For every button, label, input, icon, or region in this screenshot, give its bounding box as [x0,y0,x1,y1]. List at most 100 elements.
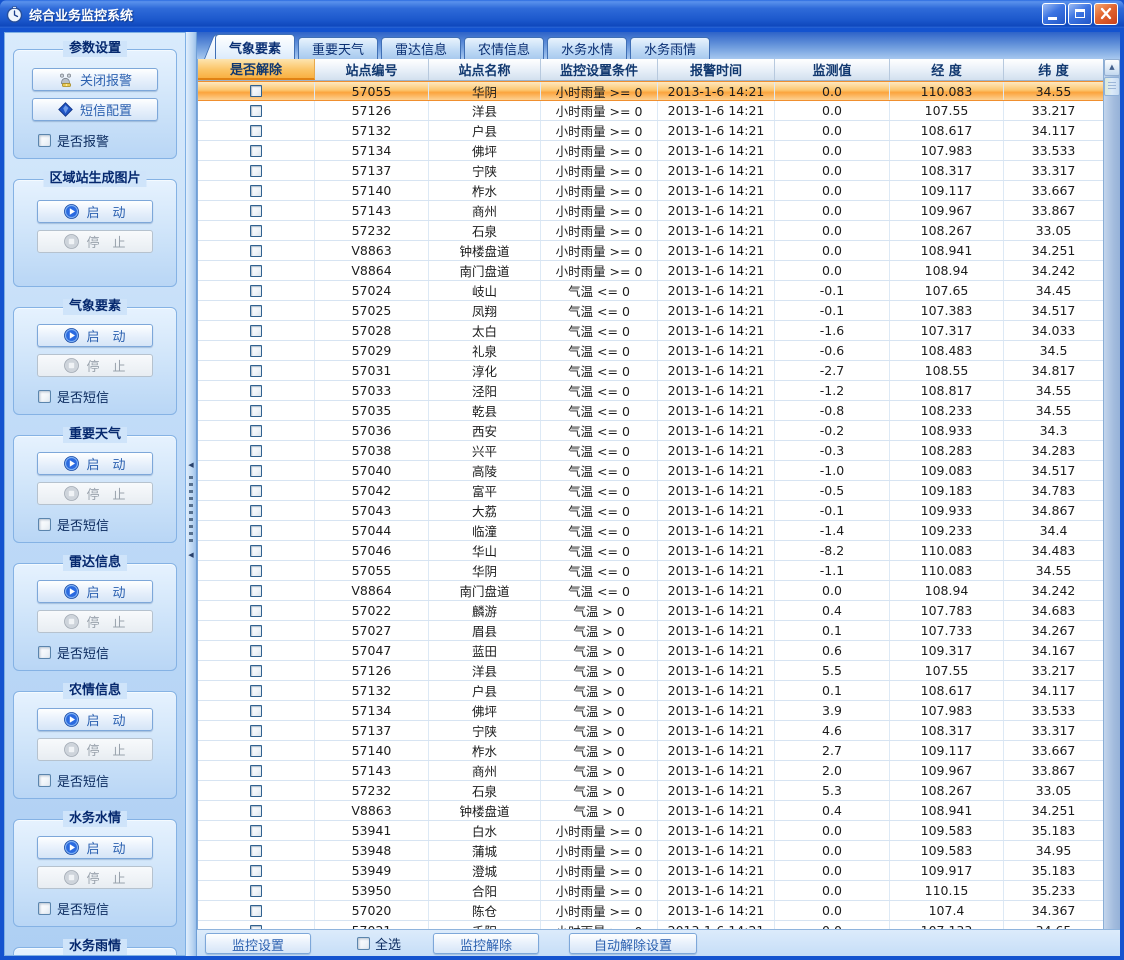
table-row[interactable]: 57046华山气温 <= 02013-1-6 14:21-8.2110.0833… [198,541,1103,561]
release-checkbox[interactable] [250,745,262,757]
start-button[interactable]: 启 动 [37,708,153,731]
table-row[interactable]: V8863钟楼盘道气温 > 02013-1-6 14:210.4108.9413… [198,801,1103,821]
table-row[interactable]: 57040高陵气温 <= 02013-1-6 14:21-1.0109.0833… [198,461,1103,481]
table-row[interactable]: 57025凤翔气温 <= 02013-1-6 14:21-0.1107.3833… [198,301,1103,321]
stop-button[interactable]: 停 止 [37,230,153,253]
table-row[interactable]: 57042富平气温 <= 02013-1-6 14:21-0.5109.1833… [198,481,1103,501]
scrollbar-thumb[interactable] [1104,77,1120,96]
release-checkbox[interactable] [250,525,262,537]
maximize-button[interactable] [1068,3,1092,25]
stop-button[interactable]: 停 止 [37,482,153,505]
table-row[interactable]: 57137宁陕气温 > 02013-1-6 14:214.6108.31733.… [198,721,1103,741]
stop-button[interactable]: 停 止 [37,866,153,889]
column-header[interactable]: 是否解除 [198,59,315,80]
table-row[interactable]: 53941白水小时雨量 >= 02013-1-6 14:210.0109.583… [198,821,1103,841]
table-row[interactable]: 57022麟游气温 > 02013-1-6 14:210.4107.78334.… [198,601,1103,621]
stop-button[interactable]: 停 止 [37,354,153,377]
table-row[interactable]: 57028太白气温 <= 02013-1-6 14:21-1.6107.3173… [198,321,1103,341]
table-row[interactable]: 57126洋县小时雨量 >= 02013-1-6 14:210.0107.553… [198,101,1103,121]
collapse-arrow-icon[interactable]: ◀ [187,460,195,470]
release-checkbox[interactable] [250,405,262,417]
tab[interactable]: 水务雨情 [630,37,710,59]
table-row[interactable]: 57132户县气温 > 02013-1-6 14:210.1108.61734.… [198,681,1103,701]
table-row[interactable]: 57232石泉气温 > 02013-1-6 14:215.3108.26733.… [198,781,1103,801]
start-button[interactable]: 启 动 [37,200,153,223]
release-checkbox[interactable] [250,245,262,257]
stop-button[interactable]: 停 止 [37,738,153,761]
splitter-grip[interactable] [189,476,193,544]
table-row[interactable]: 57140柞水小时雨量 >= 02013-1-6 14:210.0109.117… [198,181,1103,201]
tab[interactable]: 水务水情 [547,37,627,59]
release-checkbox[interactable] [250,825,262,837]
start-button[interactable]: 启 动 [37,324,153,347]
tab[interactable]: 农情信息 [464,37,544,59]
table-row[interactable]: 53950合阳小时雨量 >= 02013-1-6 14:210.0110.153… [198,881,1103,901]
sidebar-splitter[interactable]: ◀ ◀ [186,32,197,956]
release-checkbox[interactable] [250,565,262,577]
table-row[interactable]: 53948蒲城小时雨量 >= 02013-1-6 14:210.0109.583… [198,841,1103,861]
start-button[interactable]: 启 动 [37,836,153,859]
sms-enable-checkbox[interactable] [38,646,51,659]
release-checkbox[interactable] [250,725,262,737]
tab[interactable]: 雷达信息 [381,37,461,59]
release-checkbox[interactable] [250,285,262,297]
column-header[interactable]: 站点名称 [429,59,541,80]
release-checkbox[interactable] [250,145,262,157]
table-row[interactable]: 57038兴平气温 <= 02013-1-6 14:21-0.3108.2833… [198,441,1103,461]
release-checkbox[interactable] [250,545,262,557]
table-row[interactable]: 57031淳化气温 <= 02013-1-6 14:21-2.7108.5534… [198,361,1103,381]
start-button[interactable]: 启 动 [37,580,153,603]
release-checkbox[interactable] [250,865,262,877]
sms-enable-checkbox[interactable] [38,518,51,531]
table-row[interactable]: 53949澄城小时雨量 >= 02013-1-6 14:210.0109.917… [198,861,1103,881]
table-row[interactable]: 57134佛坪小时雨量 >= 02013-1-6 14:210.0107.983… [198,141,1103,161]
release-checkbox[interactable] [250,685,262,697]
table-row[interactable]: 57143商州气温 > 02013-1-6 14:212.0109.96733.… [198,761,1103,781]
release-checkbox[interactable] [250,845,262,857]
table-row[interactable]: 57232石泉小时雨量 >= 02013-1-6 14:210.0108.267… [198,221,1103,241]
monitor-release-button[interactable]: 监控解除 [433,933,539,954]
table-row[interactable]: 57055华阴气温 <= 02013-1-6 14:21-1.1110.0833… [198,561,1103,581]
table-row[interactable]: 57044临潼气温 <= 02013-1-6 14:21-1.4109.2333… [198,521,1103,541]
table-row[interactable]: 57137宁陕小时雨量 >= 02013-1-6 14:210.0108.317… [198,161,1103,181]
table-row[interactable]: 57055华阴小时雨量 >= 02013-1-6 14:210.0110.083… [198,81,1103,101]
release-checkbox[interactable] [250,645,262,657]
monitor-set-button[interactable]: 监控设置 [205,933,311,954]
release-checkbox[interactable] [250,305,262,317]
release-checkbox[interactable] [250,925,262,930]
release-checkbox[interactable] [250,165,262,177]
release-checkbox[interactable] [250,265,262,277]
collapse-arrow-icon[interactable]: ◀ [187,550,195,560]
release-checkbox[interactable] [250,185,262,197]
release-checkbox[interactable] [250,505,262,517]
release-checkbox[interactable] [250,105,262,117]
start-button[interactable]: 启 动 [37,452,153,475]
tab[interactable]: 重要天气 [298,37,378,59]
release-checkbox[interactable] [250,585,262,597]
release-checkbox[interactable] [250,605,262,617]
column-header[interactable]: 纬 度 [1004,59,1103,80]
release-checkbox[interactable] [250,345,262,357]
release-checkbox[interactable] [250,625,262,637]
table-row[interactable]: 57027眉县气温 > 02013-1-6 14:210.1107.73334.… [198,621,1103,641]
table-row[interactable]: V8864南门盘道小时雨量 >= 02013-1-6 14:210.0108.9… [198,261,1103,281]
vertical-scrollbar[interactable]: ▲ [1103,59,1120,929]
release-checkbox[interactable] [250,765,262,777]
release-checkbox[interactable] [250,785,262,797]
release-checkbox[interactable] [250,805,262,817]
table-row[interactable]: 57134佛坪气温 > 02013-1-6 14:213.9107.98333.… [198,701,1103,721]
release-checkbox[interactable] [250,705,262,717]
table-row[interactable]: 57020陈仓小时雨量 >= 02013-1-6 14:210.0107.434… [198,901,1103,921]
minimize-button[interactable] [1042,3,1066,25]
release-checkbox[interactable] [250,425,262,437]
sms-enable-checkbox[interactable] [38,774,51,787]
table-row[interactable]: V8863钟楼盘道小时雨量 >= 02013-1-6 14:210.0108.9… [198,241,1103,261]
release-checkbox[interactable] [250,365,262,377]
table-row[interactable]: 57132户县小时雨量 >= 02013-1-6 14:210.0108.617… [198,121,1103,141]
table-row[interactable]: 57024岐山气温 <= 02013-1-6 14:21-0.1107.6534… [198,281,1103,301]
scroll-up-icon[interactable]: ▲ [1104,59,1120,76]
release-checkbox[interactable] [250,125,262,137]
table-row[interactable]: 57140柞水气温 > 02013-1-6 14:212.7109.11733.… [198,741,1103,761]
release-checkbox[interactable] [250,85,262,97]
release-checkbox[interactable] [250,325,262,337]
